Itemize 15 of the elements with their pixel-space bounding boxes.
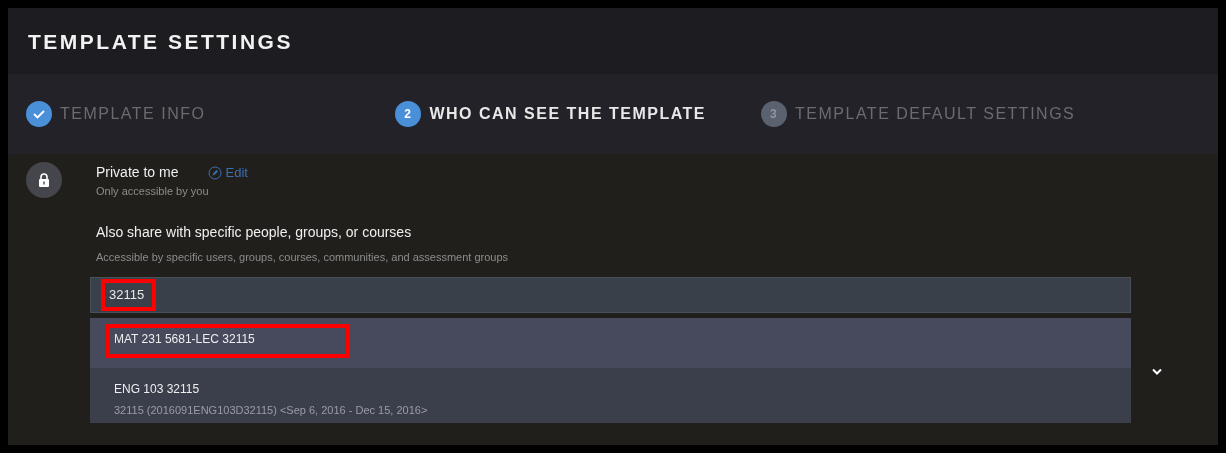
lock-icon	[26, 162, 62, 198]
privacy-label: Private to me	[96, 163, 179, 182]
search-field[interactable]: 32115	[90, 277, 1131, 313]
share-label: Also share with specific people, groups, or courses	[96, 222, 413, 242]
result-item[interactable]: ENG 103 32115 32115 (2016091ENG103D32115) <Sep 6, 2016 - Dec 15, 2016>	[90, 368, 1131, 423]
chevron-icon	[1152, 368, 1162, 376]
step-label[interactable]: WHO CAN SEE THE TEMPLATE	[429, 102, 707, 126]
result-title: ENG 103 32115	[113, 381, 201, 398]
result-item[interactable]: MAT 231 5681-LEC 32115	[90, 318, 1131, 368]
result-detail: 32115 (2016091ENG103D32115) <Sep 6, 2016 - Dec 15, 2016>	[113, 403, 429, 418]
privacy-description: Only accessible by you	[96, 184, 210, 199]
share-description: Accessible by specific users, groups, courses, communities, and assessment groups	[96, 249, 510, 265]
page-title: TEMPLATE SETTINGS	[28, 30, 293, 53]
step-number: 2	[395, 101, 422, 127]
edit-icon	[208, 165, 223, 180]
